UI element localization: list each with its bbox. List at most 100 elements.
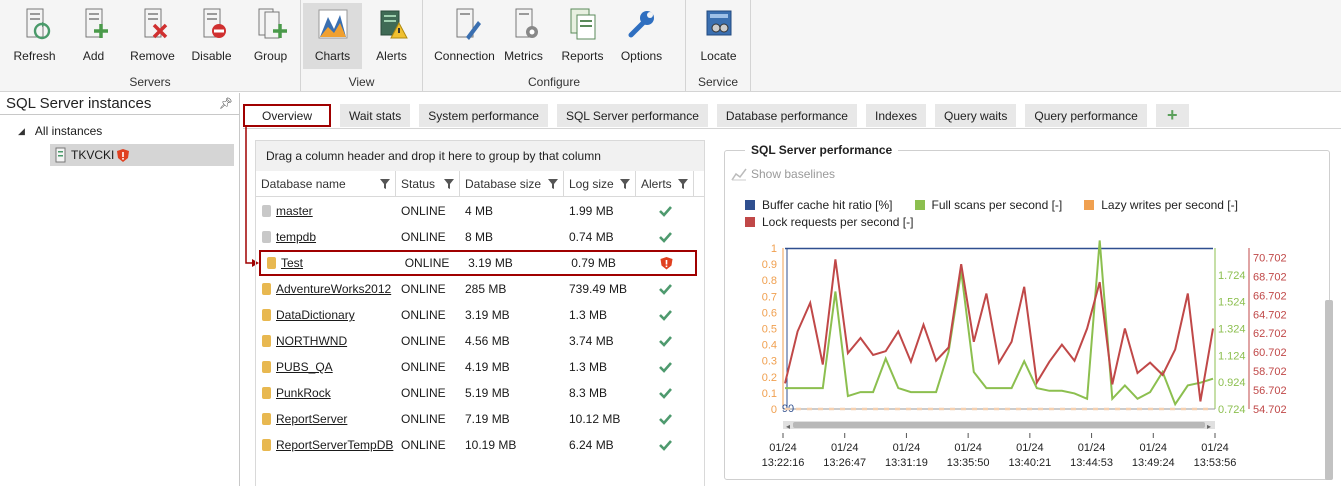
filter-icon[interactable] <box>620 179 630 189</box>
database-icon <box>267 257 276 269</box>
metrics-icon <box>515 8 538 38</box>
add-server-icon <box>85 8 108 38</box>
connection-label: Connection <box>434 49 495 63</box>
filter-icon[interactable] <box>444 179 454 189</box>
column-header-status[interactable]: Status <box>396 171 460 197</box>
checkmark-icon <box>658 232 672 243</box>
database-link[interactable]: master <box>276 204 313 218</box>
database-name-cell: master <box>256 198 396 224</box>
disable-button[interactable]: Disable <box>182 3 241 69</box>
connection-button[interactable]: Connection <box>434 3 495 69</box>
y-tick-label: 60.702 <box>1253 347 1287 359</box>
status-cell: ONLINE <box>401 204 446 218</box>
checkmark-icon <box>658 310 672 321</box>
tab-query-performance[interactable]: Query performance <box>1025 104 1147 127</box>
table-row[interactable]: DataDictionary ONLINE 3.19 MB 1.3 MB <box>256 302 704 328</box>
column-header-database-size[interactable]: Database size <box>460 171 564 197</box>
tab-indexes[interactable]: Indexes <box>865 104 927 127</box>
vertical-scrollbar[interactable] <box>1325 300 1333 480</box>
alerts-cell <box>636 302 694 328</box>
add-tab-button[interactable]: + <box>1155 104 1189 127</box>
log-size-cell: 10.12 MB <box>569 412 621 426</box>
database-size-cell: 4.56 MB <box>465 334 510 348</box>
service-group-label: Service <box>697 75 738 89</box>
remove-button[interactable]: Remove <box>123 3 182 69</box>
x-tick-date: 01/24 <box>769 442 797 454</box>
column-header-alerts[interactable]: Alerts <box>636 171 694 197</box>
charts-button[interactable]: Charts <box>303 3 362 69</box>
y-tick-label: 54.702 <box>1253 404 1287 416</box>
column-header-log-size[interactable]: Log size <box>564 171 636 197</box>
grid-header: Database name Status Database size Log size… <box>256 171 704 197</box>
database-link[interactable]: PunkRock <box>276 386 331 400</box>
log-size-cell: 6.24 MB <box>569 438 614 452</box>
tree-item-server[interactable]: TKVCKI <box>50 144 234 166</box>
alerts-button[interactable]: Alerts <box>362 3 421 69</box>
pin-icon[interactable]: 📌︎ <box>219 97 233 110</box>
y-tick-label: 56.702 <box>1253 385 1287 397</box>
database-link[interactable]: ReportServerTempDB <box>276 438 393 452</box>
tab-system-performance[interactable]: System performance <box>419 104 548 127</box>
database-name-cell: DataDictionary <box>256 302 396 328</box>
table-row[interactable]: ReportServerTempDB ONLINE 10.19 MB 6.24 MB <box>256 432 704 458</box>
database-icon <box>262 387 271 399</box>
locate-label: Locate <box>700 49 737 63</box>
database-icon <box>262 335 271 347</box>
instances-panel-header: SQL Server instances 📌︎ <box>0 93 239 115</box>
filter-icon[interactable] <box>678 179 688 189</box>
servers-group-label: Servers <box>129 75 171 89</box>
log-size-cell: 0.79 MB <box>571 256 616 270</box>
database-link[interactable]: DataDictionary <box>276 308 355 322</box>
tab-query-waits[interactable]: Query waits <box>935 104 1017 127</box>
metrics-button[interactable]: Metrics <box>494 3 553 69</box>
tab-overview[interactable]: Overview <box>243 104 331 127</box>
database-size-cell: 4.19 MB <box>465 360 510 374</box>
x-tick-date: 01/24 <box>893 442 921 454</box>
tab-database-performance[interactable]: Database performance <box>716 104 857 127</box>
database-link[interactable]: ReportServer <box>276 412 347 426</box>
table-row[interactable]: NORTHWND ONLINE 4.56 MB 3.74 MB <box>256 328 704 354</box>
table-row[interactable]: PunkRock ONLINE 5.19 MB 8.3 MB <box>256 380 704 406</box>
locate-button[interactable]: Locate <box>689 3 748 69</box>
table-row[interactable]: PUBS_QA ONLINE 4.19 MB 1.3 MB <box>256 354 704 380</box>
y-tick-label: 64.702 <box>1253 309 1287 321</box>
table-row[interactable]: Test ONLINE 3.19 MB 0.79 MB <box>259 250 697 276</box>
alerts-cell <box>636 380 694 406</box>
table-row[interactable]: tempdb ONLINE 8 MB 0.74 MB <box>256 224 704 250</box>
table-row[interactable]: master ONLINE 4 MB 1.99 MB <box>256 198 704 224</box>
tab-wait-stats[interactable]: Wait stats <box>340 104 411 127</box>
database-link[interactable]: AdventureWorks2012 <box>276 282 391 296</box>
table-row[interactable]: AdventureWorks2012 ONLINE 285 MB 739.49 MB <box>256 276 704 302</box>
group-by-bar[interactable]: Drag a column header and drop it here to… <box>256 141 704 171</box>
table-row[interactable]: ReportServer ONLINE 7.19 MB 10.12 MB <box>256 406 704 432</box>
database-size-cell: 8 MB <box>465 230 494 244</box>
tree-item-all-instances[interactable]: ◢ All instances <box>18 120 102 142</box>
database-link[interactable]: NORTHWND <box>276 334 347 348</box>
filter-icon[interactable] <box>380 179 390 189</box>
x-tick-time: 13:22:16 <box>762 457 805 469</box>
log-size-cell: 739.49 MB <box>569 282 628 296</box>
database-link[interactable]: Test <box>281 256 303 270</box>
database-name-cell: PUBS_QA <box>256 354 396 380</box>
tab-bar: Overview Wait stats System performance S… <box>243 104 1198 128</box>
alerts-cell <box>638 250 695 276</box>
database-size-cell: 5.19 MB <box>465 386 510 400</box>
status-cell: ONLINE <box>401 438 446 452</box>
tab-sql-server-performance[interactable]: SQL Server performance <box>556 104 708 127</box>
reports-button[interactable]: Reports <box>553 3 612 69</box>
reports-label: Reports <box>561 49 604 63</box>
column-header-database-name[interactable]: Database name <box>256 171 396 197</box>
refresh-label: Refresh <box>13 49 56 63</box>
options-button[interactable]: Options <box>612 3 671 69</box>
y-tick-label: 1 <box>771 243 777 255</box>
database-link[interactable]: tempdb <box>276 230 316 244</box>
filter-icon[interactable] <box>548 179 558 189</box>
refresh-button[interactable]: Refresh <box>5 3 64 69</box>
expand-arrow-icon[interactable]: ◢ <box>18 126 25 137</box>
database-link[interactable]: PUBS_QA <box>276 360 333 374</box>
database-name-cell: tempdb <box>256 224 396 250</box>
group-button[interactable]: Group <box>241 3 300 69</box>
log-size-cell: 3.74 MB <box>569 334 614 348</box>
alerts-icon <box>380 10 408 39</box>
add-button[interactable]: Add <box>64 3 123 69</box>
